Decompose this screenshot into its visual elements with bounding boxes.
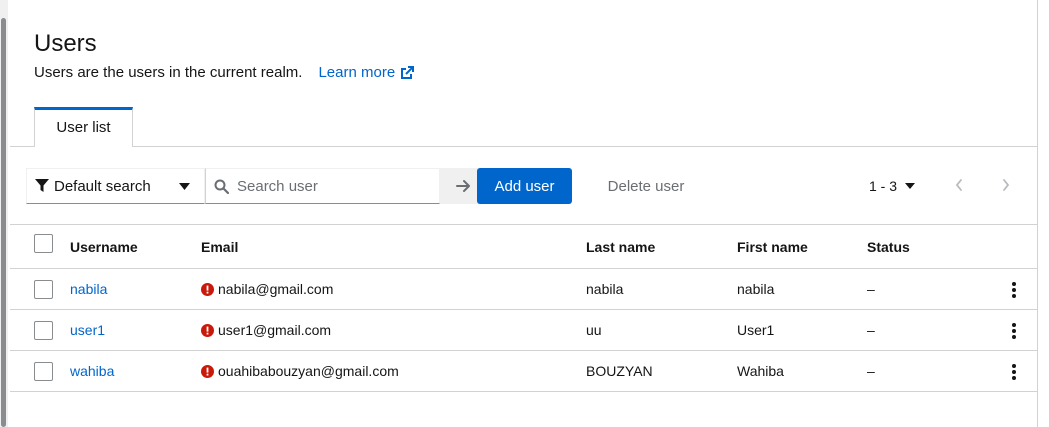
search-type-select[interactable]: Default search: [26, 168, 205, 204]
email-value: user1@gmail.com: [218, 322, 332, 338]
users-table: Username Email Last name First name Stat…: [10, 224, 1037, 392]
table-row: user1 user1@gmail.com uu User1 –: [10, 310, 1037, 351]
panel-divider: [1037, 0, 1038, 427]
last-name-cell: nabila: [586, 281, 624, 297]
first-name-cell: nabila: [737, 281, 775, 297]
email-cell: ouahibabouzyan@gmail.com: [201, 351, 399, 391]
page-title: Users: [34, 30, 97, 57]
users-toolbar: Default search Add user Delete user 1 - …: [26, 168, 1026, 204]
pagination-toggle[interactable]: 1 - 3: [869, 168, 916, 204]
page-subtitle: Users are the users in the current realm…: [34, 63, 415, 83]
last-name-cell: uu: [586, 322, 602, 338]
pagination-label: 1 - 3: [869, 178, 898, 194]
username-link[interactable]: user1: [70, 322, 105, 338]
tab-bar: User list: [10, 107, 1037, 149]
search-field: [205, 168, 440, 204]
exclamation-circle-icon: [201, 282, 214, 296]
arrow-right-icon: [455, 180, 470, 192]
row-checkbox[interactable]: [34, 321, 53, 340]
table-header-row: Username Email Last name First name Stat…: [10, 225, 1037, 269]
email-cell: user1@gmail.com: [201, 310, 331, 350]
kebab-menu-icon[interactable]: [1008, 362, 1020, 382]
previous-page-icon[interactable]: [954, 178, 964, 192]
chevron-down-icon: [905, 183, 916, 189]
exclamation-circle-icon: [201, 323, 214, 337]
column-header-username[interactable]: Username: [70, 225, 138, 268]
email-value: nabila@gmail.com: [218, 281, 334, 297]
last-name-cell: BOUZYAN: [586, 363, 653, 379]
kebab-menu-icon[interactable]: [1008, 280, 1020, 300]
scrollbar-thumb[interactable]: [1, 18, 6, 427]
row-checkbox[interactable]: [34, 362, 53, 381]
column-header-first-name[interactable]: First name: [737, 225, 808, 268]
column-header-status[interactable]: Status: [867, 225, 910, 268]
email-cell: nabila@gmail.com: [201, 269, 333, 309]
email-value: ouahibabouzyan@gmail.com: [218, 363, 399, 379]
tab-user-list[interactable]: User list: [34, 107, 133, 149]
username-link[interactable]: wahiba: [70, 363, 114, 379]
select-all-checkbox[interactable]: [34, 234, 53, 253]
delete-user-button[interactable]: Delete user: [586, 168, 706, 204]
page-header: Users Users are the users in the current…: [34, 30, 415, 83]
status-cell: –: [867, 322, 875, 338]
username-link[interactable]: nabila: [70, 281, 107, 297]
row-checkbox[interactable]: [34, 280, 53, 299]
learn-more-link[interactable]: Learn more: [318, 63, 415, 83]
subtitle-text: Users are the users in the current realm…: [34, 64, 303, 81]
search-type-label: Default search: [54, 177, 151, 195]
search-icon: [214, 179, 229, 194]
kebab-menu-icon[interactable]: [1008, 321, 1020, 341]
search-input[interactable]: [237, 177, 417, 195]
filter-icon: [35, 179, 49, 192]
first-name-cell: User1: [737, 322, 775, 338]
table-row: nabila nabila@gmail.com nabila nabila –: [10, 269, 1037, 310]
external-link-icon: [401, 66, 415, 79]
column-header-last-name[interactable]: Last name: [586, 225, 655, 268]
vertical-scrollbar[interactable]: [0, 0, 8, 427]
exclamation-circle-icon: [201, 364, 214, 378]
column-header-email[interactable]: Email: [201, 225, 238, 268]
status-cell: –: [867, 363, 875, 379]
first-name-cell: Wahiba: [737, 363, 784, 379]
next-page-icon[interactable]: [1001, 178, 1011, 192]
chevron-down-icon: [179, 183, 190, 190]
add-user-button[interactable]: Add user: [477, 168, 572, 204]
learn-more-label: Learn more: [318, 64, 396, 81]
status-cell: –: [867, 281, 875, 297]
table-row: wahiba ouahibabouzyan@gmail.com BOUZYAN …: [10, 351, 1037, 392]
